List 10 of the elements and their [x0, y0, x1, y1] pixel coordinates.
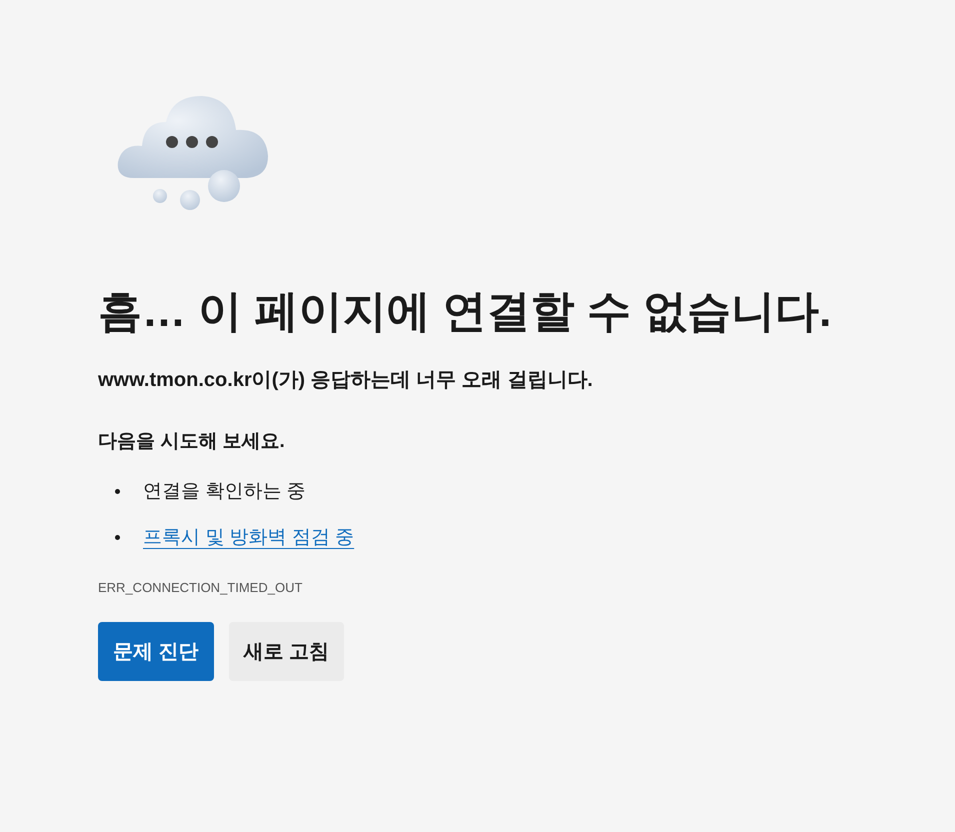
suggestions-title: 다음을 시도해 보세요.	[98, 430, 286, 454]
bullet-icon	[115, 488, 120, 494]
diagnose-button[interactable]: 문제 진단	[98, 622, 214, 681]
refresh-button[interactable]: 새로 고침	[228, 622, 344, 681]
suggestion-link[interactable]: 프록시 및 방화벽 점검 중	[143, 524, 354, 550]
suggestion-text: 연결을 확인하는 중	[143, 480, 306, 504]
page-heading: 흠… 이 페이지에 연결할 수 없습니다.	[98, 286, 832, 338]
error-code: ERR_CONNECTION_TIMED_OUT	[98, 580, 304, 595]
bullet-icon	[115, 534, 120, 540]
error-message: www.tmon.co.kr이(가) 응답하는데 너무 오래 걸립니다.	[98, 368, 594, 393]
